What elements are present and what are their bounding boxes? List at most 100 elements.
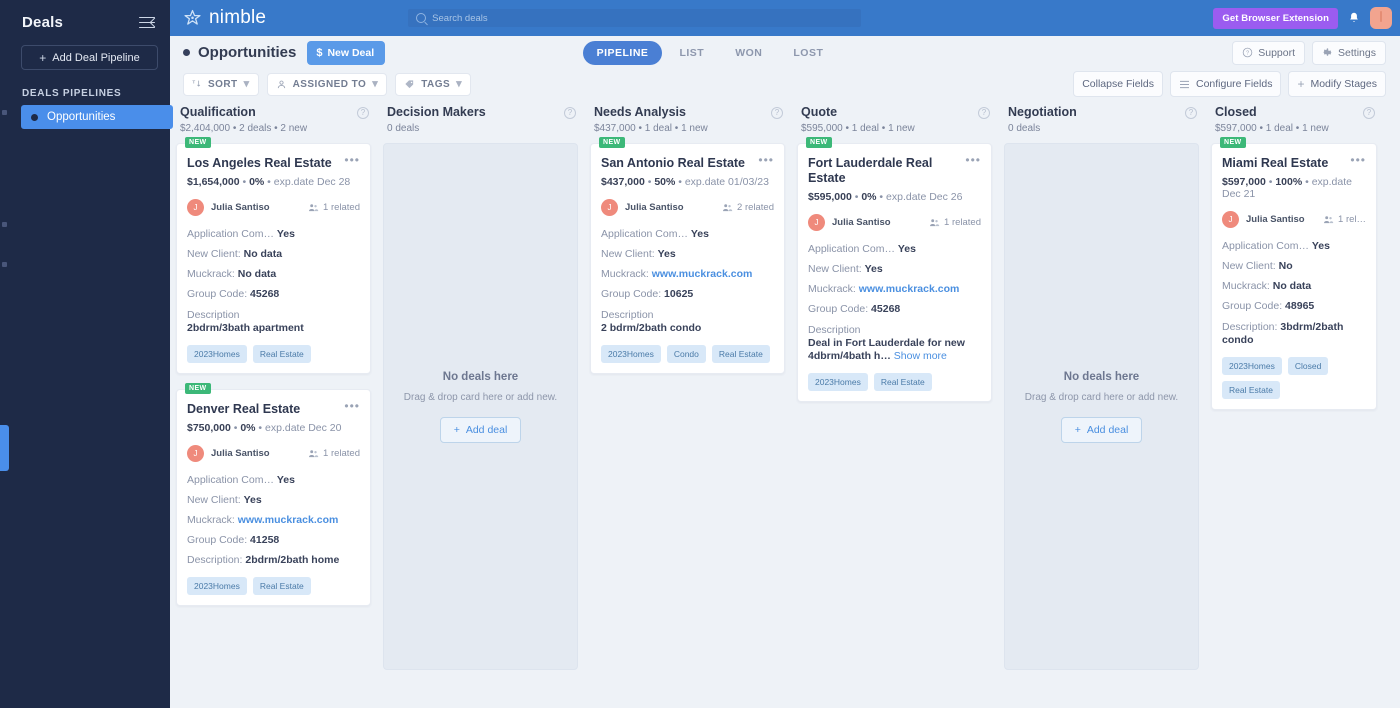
card-title[interactable]: Miami Real Estate (1222, 156, 1328, 171)
collapse-sidebar-icon[interactable] (139, 16, 160, 30)
avatar[interactable]: J (1222, 211, 1239, 228)
search-bar[interactable]: Search deals (408, 9, 862, 27)
field-link[interactable]: www.muckrack.com (859, 283, 960, 295)
card-menu-icon[interactable]: ••• (961, 154, 981, 166)
deal-card[interactable]: NEW San Antonio Real Estate ••• $437,000 • … (590, 137, 785, 374)
add-deal-button[interactable]: + Add deal (1060, 416, 1143, 443)
card-tag[interactable]: 2023Homes (1222, 356, 1282, 375)
card-tag[interactable]: Real Estate (1222, 380, 1280, 399)
card-menu-icon[interactable]: ••• (340, 400, 360, 412)
card-title-row: Miami Real Estate ••• (1222, 154, 1366, 171)
new-badge: NEW (1220, 137, 1246, 148)
rail-active-indicator[interactable] (0, 425, 9, 471)
card-field: Muckrack: No data (1222, 280, 1366, 293)
help-icon[interactable]: ? (1363, 107, 1375, 119)
field-link[interactable]: www.muckrack.com (238, 514, 339, 526)
card-subtitle: $595,000 • 0% • exp.date Dec 26 (808, 191, 963, 203)
show-more-link[interactable]: Show more (894, 350, 947, 362)
new-deal-label: New Deal (327, 46, 375, 59)
card-menu-icon[interactable]: ••• (340, 154, 360, 166)
card-tag[interactable]: Closed (1287, 356, 1329, 375)
help-icon[interactable]: ? (1185, 107, 1197, 119)
avatar[interactable]: J (601, 199, 618, 216)
card-percent: 50% (654, 176, 676, 188)
description-label: Description: (187, 554, 243, 567)
configure-fields-button[interactable]: Configure Fields (1169, 71, 1282, 97)
avatar[interactable]: J (808, 214, 825, 231)
avatar[interactable]: J (187, 199, 204, 216)
field-value: Yes (243, 493, 262, 506)
avatar[interactable]: J (187, 444, 204, 462)
related-count[interactable]: 1 related (308, 202, 360, 213)
related-count[interactable]: 2 related (722, 202, 774, 213)
deal-card[interactable]: NEW Miami Real Estate ••• $597,000 • 100% •… (1211, 137, 1377, 410)
user-icon (277, 80, 285, 88)
card-title[interactable]: Denver Real Estate (187, 402, 300, 417)
related-count[interactable]: 1 related (308, 448, 360, 459)
tab-lost[interactable]: LOST (779, 41, 837, 65)
user-avatar[interactable] (1370, 7, 1392, 29)
field-actions: Collapse Fields Configure Fields + Modif… (1073, 71, 1386, 97)
related-count[interactable]: 1 rel… (1323, 214, 1366, 225)
nimble-logo[interactable]: nimble (183, 7, 266, 29)
card-tag[interactable]: Real Estate (252, 577, 311, 596)
sidebar-item-opportunities[interactable]: Opportunities (21, 105, 173, 129)
card-tag[interactable]: Real Estate (252, 344, 311, 363)
card-amount: $595,000 (808, 191, 852, 203)
help-icon[interactable]: ? (978, 107, 990, 119)
collapse-fields-button[interactable]: Collapse Fields (1073, 71, 1163, 97)
new-deal-button[interactable]: $ New Deal (307, 40, 386, 65)
assigned-to-label: ASSIGNED TO (292, 78, 367, 90)
sub-header-actions: ? Support Settings (1232, 40, 1386, 65)
card-title[interactable]: Los Angeles Real Estate (187, 156, 332, 171)
help-icon[interactable]: ? (564, 107, 576, 119)
field-label: Group Code: (601, 288, 662, 301)
card-tag[interactable]: 2023Homes (808, 372, 868, 391)
search-icon (416, 13, 427, 23)
card-menu-icon[interactable]: ••• (1346, 154, 1366, 166)
tag-icon (405, 79, 414, 88)
add-deal-pipeline-button[interactable]: + Add Deal Pipeline (21, 45, 158, 70)
help-icon[interactable]: ? (357, 107, 369, 119)
card-tag[interactable]: Condo (666, 344, 706, 363)
modify-stages-button[interactable]: + Modify Stages (1288, 71, 1386, 97)
tab-pipeline[interactable]: PIPELINE (582, 40, 663, 65)
empty-dropzone[interactable]: No deals here Drag & drop card here or ad… (383, 143, 578, 670)
tab-list[interactable]: LIST (665, 41, 718, 65)
rail-icon-3[interactable] (2, 262, 7, 267)
deal-card[interactable]: NEW Los Angeles Real Estate ••• $1,654,000 … (176, 137, 371, 374)
column-name: Needs Analysis (594, 105, 686, 119)
support-button[interactable]: ? Support (1232, 40, 1306, 65)
tab-won[interactable]: WON (721, 41, 776, 65)
pipeline-dot-icon (183, 49, 190, 56)
rail-icon-1[interactable] (2, 110, 7, 115)
deal-card[interactable]: NEW Fort Lauderdale Real Estate ••• $595,00… (797, 137, 992, 402)
card-tags: 2023Homes Closed Real Estate (1222, 356, 1366, 399)
card-title[interactable]: San Antonio Real Estate (601, 156, 745, 171)
card-tag[interactable]: 2023Homes (187, 577, 247, 596)
card-tag[interactable]: 2023Homes (187, 344, 247, 363)
card-menu-icon[interactable]: ••• (754, 154, 774, 166)
rail-icon-2[interactable] (2, 222, 7, 227)
add-deal-button[interactable]: + Add deal (439, 416, 522, 443)
empty-dropzone[interactable]: No deals here Drag & drop card here or ad… (1004, 143, 1199, 670)
related-count[interactable]: 1 related (929, 217, 981, 228)
notification-bell-icon[interactable] (1347, 10, 1361, 26)
get-browser-extension-button[interactable]: Get Browser Extension (1213, 7, 1338, 29)
tags-button[interactable]: TAGS ▾ (395, 72, 472, 96)
card-tag[interactable]: 2023Homes (601, 344, 661, 363)
settings-button[interactable]: Settings (1312, 40, 1386, 65)
empty-subtitle: Drag & drop card here or add new. (403, 391, 558, 403)
help-icon[interactable]: ? (771, 107, 783, 119)
sort-icon: T (192, 80, 201, 87)
sidebar-section-label: DEALS PIPELINES (22, 88, 122, 99)
sort-button[interactable]: T SORT ▾ (183, 72, 259, 96)
icon-rail[interactable] (0, 0, 9, 708)
card-tag[interactable]: Real Estate (711, 344, 770, 363)
deal-card[interactable]: NEW Denver Real Estate ••• $750,000 • 0% • … (176, 382, 371, 607)
card-amount: $1,654,000 (187, 176, 240, 188)
assigned-to-button[interactable]: ASSIGNED TO ▾ (266, 72, 388, 96)
field-link[interactable]: www.muckrack.com (652, 268, 753, 280)
card-title[interactable]: Fort Lauderdale Real Estate (808, 156, 961, 186)
card-tag[interactable]: Real Estate (873, 372, 932, 391)
